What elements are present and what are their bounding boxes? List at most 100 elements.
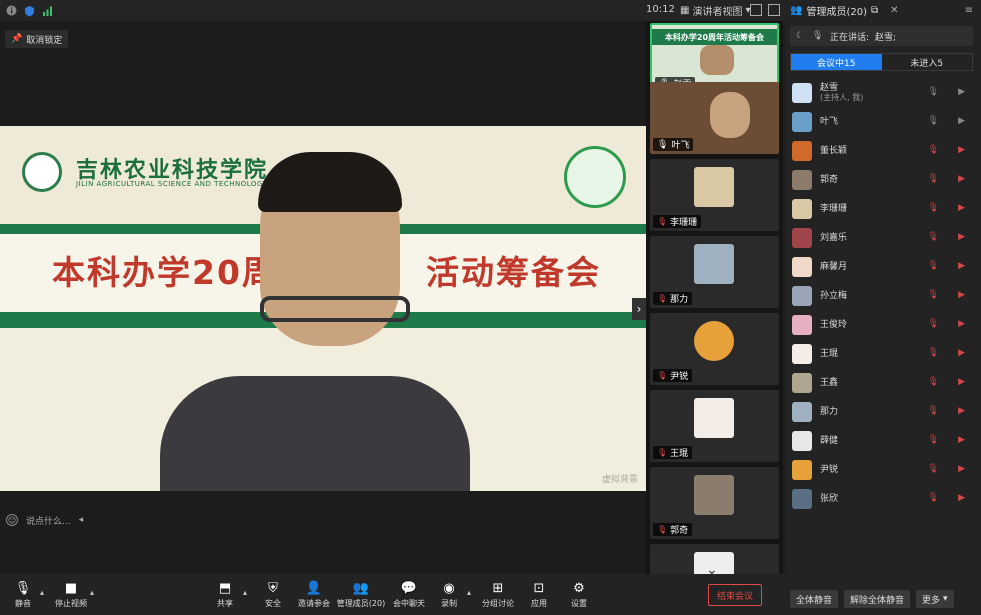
record-options-caret[interactable]: ▴	[467, 588, 471, 597]
camera-off-icon[interactable]: ▶	[958, 261, 965, 271]
fullscreen-icon[interactable]	[750, 4, 762, 16]
close-icon[interactable]: ✕	[890, 5, 898, 16]
participant-row[interactable]: 郭奇 🎙 ▶	[790, 165, 973, 194]
camera-off-icon[interactable]: ▶	[958, 290, 965, 300]
panel-toggle-icon[interactable]	[768, 4, 780, 16]
signal-icon[interactable]	[40, 4, 54, 18]
mic-icon[interactable]: 🎙	[928, 116, 939, 126]
mic-muted-icon: 🎙	[657, 525, 668, 534]
video-tile[interactable]: 🎙 郭奇	[650, 467, 779, 539]
emoji-icon[interactable]: ☺	[6, 514, 18, 526]
info-icon[interactable]	[4, 4, 18, 18]
manage-members-button[interactable]: 👥 管理成员(20)	[336, 580, 386, 609]
mute-all-button[interactable]: 全体静音	[790, 590, 839, 608]
camera-off-icon[interactable]: ▶	[958, 348, 965, 358]
mic-icon[interactable]: 🎙	[928, 87, 939, 97]
camera-off-icon[interactable]: ▶	[958, 319, 965, 329]
mic-muted-icon[interactable]: 🎙	[928, 290, 939, 300]
share-options-caret[interactable]: ▴	[243, 588, 247, 597]
video-tile[interactable]: 🎙 李珊珊	[650, 159, 779, 231]
camera-icon[interactable]: ▶	[958, 87, 965, 97]
mic-muted-icon[interactable]: 🎙	[928, 435, 939, 445]
avatar	[694, 167, 734, 207]
participant-row[interactable]: 张欣 🎙 ▶	[790, 484, 973, 513]
member-tabs: 会议中15 未进入5	[790, 53, 973, 71]
chat-placeholder[interactable]: 说点什么...	[26, 514, 71, 527]
tab-in-meeting[interactable]: 会议中15	[791, 54, 882, 70]
mic-muted-icon[interactable]: 🎙	[928, 319, 939, 329]
mute-options-caret[interactable]: ▴	[40, 588, 44, 597]
mic-muted-icon[interactable]: 🎙	[928, 145, 939, 155]
avatar	[792, 198, 812, 219]
view-mode-label: 演讲者视图	[692, 7, 743, 18]
layout-icon: ▦	[680, 5, 690, 16]
popout-icon[interactable]: ⧉	[871, 5, 878, 16]
participant-row[interactable]: 薛健 🎙 ▶	[790, 426, 973, 455]
tab-not-joined[interactable]: 未进入5	[882, 54, 973, 70]
next-page-arrow[interactable]: ›	[632, 298, 646, 320]
mic-muted-icon[interactable]: 🎙	[928, 406, 939, 416]
mic-muted-icon[interactable]: 🎙	[928, 232, 939, 242]
participant-row[interactable]: 叶飞 🎙 ▶	[790, 107, 973, 136]
participant-row[interactable]: 赵雪 (主持人, 我) 🎙 ▶	[790, 78, 973, 107]
participant-row[interactable]: 李珊珊 🎙 ▶	[790, 194, 973, 223]
unlock-button[interactable]: 📌 取消锁定	[5, 30, 69, 48]
scroll-down-icon[interactable]: ⌄	[706, 562, 718, 574]
video-camera-icon: ■	[64, 580, 78, 596]
view-mode-dropdown[interactable]: ▦ 演讲者视图 ▾	[680, 3, 750, 18]
search-icon[interactable]: ☾	[796, 31, 804, 41]
camera-off-icon[interactable]: ▶	[958, 203, 965, 213]
camera-off-icon[interactable]: ▶	[958, 406, 965, 416]
camera-off-icon[interactable]: ▶	[958, 232, 965, 242]
participant-row[interactable]: 麻馨月 🎙 ▶	[790, 252, 973, 281]
mic-muted-icon[interactable]: 🎙	[928, 464, 939, 474]
stop-video-button[interactable]: ■ 停止视频	[46, 580, 96, 609]
mic-muted-icon[interactable]: 🎙	[928, 174, 939, 184]
menu-icon[interactable]: ≡	[965, 5, 973, 16]
participant-row[interactable]: 孙立梅 🎙 ▶	[790, 281, 973, 310]
avatar	[792, 82, 812, 103]
avatar	[792, 430, 812, 451]
collapse-arrow-icon[interactable]: ◂	[79, 515, 84, 525]
video-tile[interactable]: 🎙 那力	[650, 236, 779, 308]
end-meeting-button[interactable]: 结束会议	[708, 584, 762, 606]
mic-muted-icon[interactable]: 🎙	[928, 348, 939, 358]
mic-muted-icon: 🎙	[657, 371, 668, 380]
mic-muted-icon[interactable]: 🎙	[928, 261, 939, 271]
video-tile[interactable]: 🎙 王琨	[650, 390, 779, 462]
mic-icon: 🎙	[657, 139, 669, 150]
unmute-all-button[interactable]: 解除全体静音	[844, 590, 911, 608]
avatar	[792, 285, 812, 306]
shield-icon[interactable]	[22, 4, 36, 18]
settings-button[interactable]: ⚙ 设置	[554, 580, 604, 609]
participant-row[interactable]: 董长颖 🎙 ▶	[790, 136, 973, 165]
mic-muted-icon[interactable]: 🎙	[928, 203, 939, 213]
video-tile-partial[interactable]: ⌄	[650, 544, 779, 574]
participant-row[interactable]: 王俊玲 🎙 ▶	[790, 310, 973, 339]
more-button[interactable]: 更多 ▾	[916, 590, 954, 608]
camera-off-icon[interactable]: ▶	[958, 174, 965, 184]
participant-row[interactable]: 尹锐 🎙 ▶	[790, 455, 973, 484]
mic-muted-icon: 🎙	[657, 217, 668, 226]
mic-muted-icon[interactable]: 🎙	[928, 493, 939, 503]
video-tile[interactable]: 🎙 尹锐	[650, 313, 779, 385]
camera-off-icon[interactable]: ▶	[958, 377, 965, 387]
quick-chat-bar[interactable]: ☺ 说点什么... ◂	[6, 510, 106, 530]
participant-row[interactable]: 王琨 🎙 ▶	[790, 339, 973, 368]
invite-button[interactable]: 👤 邀请参会	[289, 580, 339, 609]
camera-icon[interactable]: ▶	[958, 116, 965, 126]
video-tile[interactable]: 🎙 叶飞	[650, 82, 779, 154]
tile-name: 🎙 李珊珊	[653, 215, 702, 228]
participant-row[interactable]: 那力 🎙 ▶	[790, 397, 973, 426]
participant-row[interactable]: 王鑫 🎙 ▶	[790, 368, 973, 397]
avatar	[792, 343, 812, 364]
chat-bubble-icon: 💬	[400, 580, 418, 596]
mic-muted-icon: 🎙	[657, 448, 668, 457]
camera-off-icon[interactable]: ▶	[958, 493, 965, 503]
camera-off-icon[interactable]: ▶	[958, 464, 965, 474]
camera-off-icon[interactable]: ▶	[958, 145, 965, 155]
mic-muted-icon[interactable]: 🎙	[928, 377, 939, 387]
participant-row[interactable]: 刘嘉乐 🎙 ▶	[790, 223, 973, 252]
camera-off-icon[interactable]: ▶	[958, 435, 965, 445]
video-options-caret[interactable]: ▴	[90, 588, 94, 597]
